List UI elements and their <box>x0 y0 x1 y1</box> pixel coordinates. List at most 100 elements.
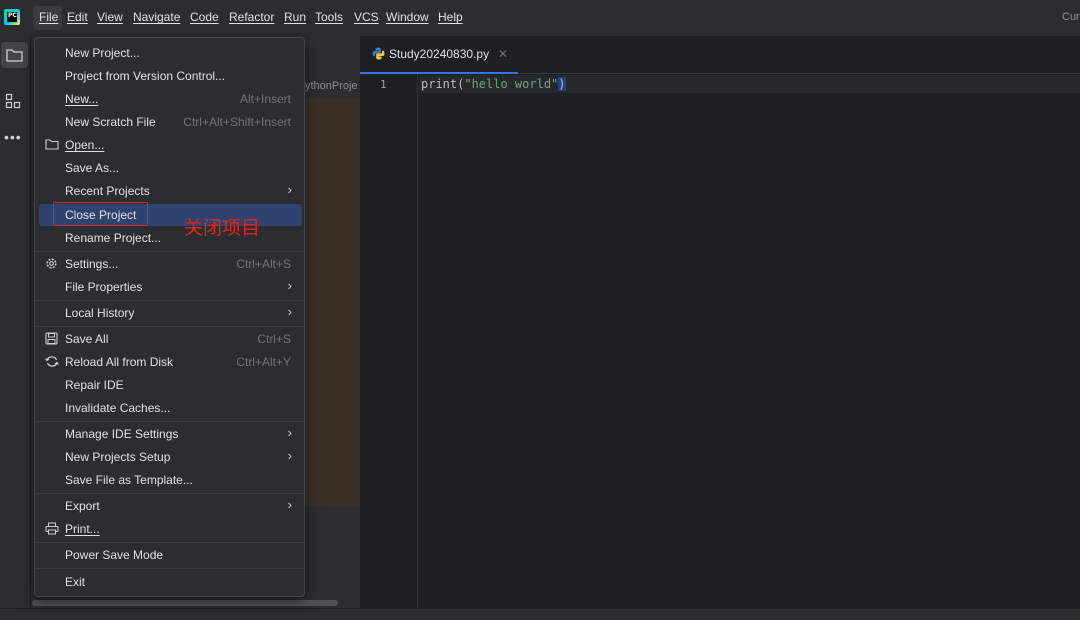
refresh-icon <box>45 355 59 371</box>
menu-item-shortcut: Ctrl+Alt+S <box>236 257 291 271</box>
menu-window[interactable]: Window <box>386 10 429 24</box>
code-line[interactable]: print("hello world") <box>421 77 566 91</box>
submenu-chevron-icon: › <box>287 278 292 293</box>
editor-tab-bar: Study20240830.py ✕ <box>360 36 1080 74</box>
submenu-chevron-icon: › <box>287 425 292 440</box>
menu-item-label: Rename Project... <box>65 231 162 245</box>
menu-item-label: Settings... <box>65 257 119 271</box>
project-tree-root-label[interactable]: ythonProje <box>305 80 360 98</box>
menu-item-shortcut: Ctrl+S <box>257 332 291 346</box>
menu-item-new-scratch-file[interactable]: New Scratch File Ctrl+Alt+Shift+Insert <box>39 111 302 133</box>
status-bar <box>0 608 1080 620</box>
menu-code[interactable]: Code <box>190 10 219 24</box>
more-tools-icon[interactable]: ••• <box>4 129 22 145</box>
menu-item-label: Save All <box>65 332 109 346</box>
menu-item-label: Repair IDE <box>65 378 124 392</box>
menu-item-label: Power Save Mode <box>65 548 164 562</box>
menu-separator <box>35 542 304 543</box>
menu-tools[interactable]: Tools <box>315 10 343 24</box>
menu-item-label: Open... <box>65 138 105 152</box>
menu-item-repair-ide[interactable]: Repair IDE <box>39 374 302 396</box>
menu-item-label: Exit <box>65 575 86 589</box>
menu-vcs[interactable]: VCS <box>354 10 379 24</box>
menu-item-label: New Scratch File <box>65 115 156 129</box>
menu-item-label: Project from Version Control... <box>65 69 226 83</box>
menu-navigate[interactable]: Navigate <box>133 10 180 24</box>
save-disk-icon <box>45 332 58 348</box>
menu-item-new-project[interactable]: New Project... <box>39 42 302 64</box>
editor-gutter: 1 <box>360 74 418 608</box>
menu-file[interactable]: File <box>33 6 62 30</box>
menu-separator <box>35 421 304 422</box>
project-tree-area <box>305 98 360 506</box>
code-token-function: print <box>421 77 458 91</box>
code-editor[interactable]: print("hello world") <box>419 74 1080 608</box>
horizontal-scrollbar[interactable] <box>31 598 360 608</box>
menu-item-open[interactable]: Open... <box>39 134 302 156</box>
menu-item-label: New Project... <box>65 46 140 60</box>
annotation-highlight-box <box>53 202 148 226</box>
menu-item-label: Recent Projects <box>65 184 150 198</box>
menu-item-reload-all[interactable]: Reload All from Disk Ctrl+Alt+Y <box>39 351 302 373</box>
menu-item-manage-ide-settings[interactable]: Manage IDE Settings › <box>39 423 302 445</box>
menu-item-new[interactable]: New... Alt+Insert <box>39 88 302 110</box>
pycharm-logo-icon[interactable]: PC <box>4 9 20 25</box>
menu-edit[interactable]: Edit <box>67 10 88 24</box>
menu-item-label: New... <box>65 92 99 106</box>
menu-item-local-history[interactable]: Local History › <box>39 302 302 324</box>
window-title: Cur <box>1062 11 1080 23</box>
menu-help[interactable]: Help <box>438 10 463 24</box>
menu-item-print[interactable]: Print... <box>39 518 302 540</box>
menu-view[interactable]: View <box>97 10 123 24</box>
menu-item-label: New Projects Setup <box>65 450 171 464</box>
menu-item-rename-project[interactable]: Rename Project... <box>39 227 302 249</box>
menu-item-file-properties[interactable]: File Properties › <box>39 276 302 298</box>
menu-item-exit[interactable]: Exit <box>39 571 302 593</box>
menu-item-project-from-vcs[interactable]: Project from Version Control... <box>39 65 302 87</box>
menu-separator <box>35 251 304 252</box>
structure-icon[interactable] <box>5 93 21 109</box>
menu-item-label: Save File as Template... <box>65 473 193 487</box>
gear-icon <box>45 257 58 273</box>
menu-separator <box>35 568 304 569</box>
submenu-chevron-icon: › <box>287 497 292 512</box>
menu-item-label: Print... <box>65 522 100 536</box>
annotation-label: 关闭项目 <box>184 217 261 239</box>
main-menu-bar: PC File Edit View Navigate Code Refactor… <box>0 0 1080 36</box>
menu-item-recent-projects[interactable]: Recent Projects › <box>39 180 302 202</box>
submenu-chevron-icon: › <box>287 182 292 197</box>
tab-close-icon[interactable]: ✕ <box>498 47 508 61</box>
menu-item-label: Save As... <box>65 161 120 175</box>
line-number: 1 <box>380 78 387 91</box>
menu-item-power-save-mode[interactable]: Power Save Mode <box>39 544 302 566</box>
submenu-chevron-icon: › <box>287 448 292 463</box>
menu-item-label: Invalidate Caches... <box>65 401 171 415</box>
menu-item-label: Export <box>65 499 100 513</box>
menu-item-save-as[interactable]: Save As... <box>39 157 302 179</box>
menu-item-label: Local History <box>65 306 135 320</box>
menu-item-label: Reload All from Disk <box>65 355 174 369</box>
menu-separator <box>35 326 304 327</box>
menu-item-shortcut: Alt+Insert <box>239 92 291 106</box>
menu-item-shortcut: Ctrl+Alt+Y <box>236 355 291 369</box>
menu-item-settings[interactable]: Settings... Ctrl+Alt+S <box>39 253 302 275</box>
menu-item-save-all[interactable]: Save All Ctrl+S <box>39 328 302 350</box>
menu-item-export[interactable]: Export › <box>39 495 302 517</box>
menu-item-shortcut: Ctrl+Alt+Shift+Insert <box>183 115 291 129</box>
menu-item-invalidate-caches[interactable]: Invalidate Caches... <box>39 397 302 419</box>
menu-item-save-file-as-template[interactable]: Save File as Template... <box>39 469 302 491</box>
menu-run[interactable]: Run <box>284 10 306 24</box>
python-file-icon <box>372 47 385 63</box>
project-folder-icon[interactable] <box>1 42 28 68</box>
menu-item-label: Manage IDE Settings <box>65 427 179 441</box>
folder-icon <box>45 138 59 153</box>
editor-tab[interactable]: Study20240830.py ✕ <box>360 36 518 74</box>
scrollbar-thumb[interactable] <box>32 600 338 606</box>
editor-tab-label: Study20240830.py <box>389 47 490 61</box>
menu-item-new-projects-setup[interactable]: New Projects Setup › <box>39 446 302 468</box>
menu-refactor[interactable]: Refactor <box>229 10 274 24</box>
printer-icon <box>45 522 59 538</box>
code-token-close-paren: ) <box>558 77 566 91</box>
menu-separator <box>35 300 304 301</box>
code-token-string: "hello world" <box>464 77 559 91</box>
